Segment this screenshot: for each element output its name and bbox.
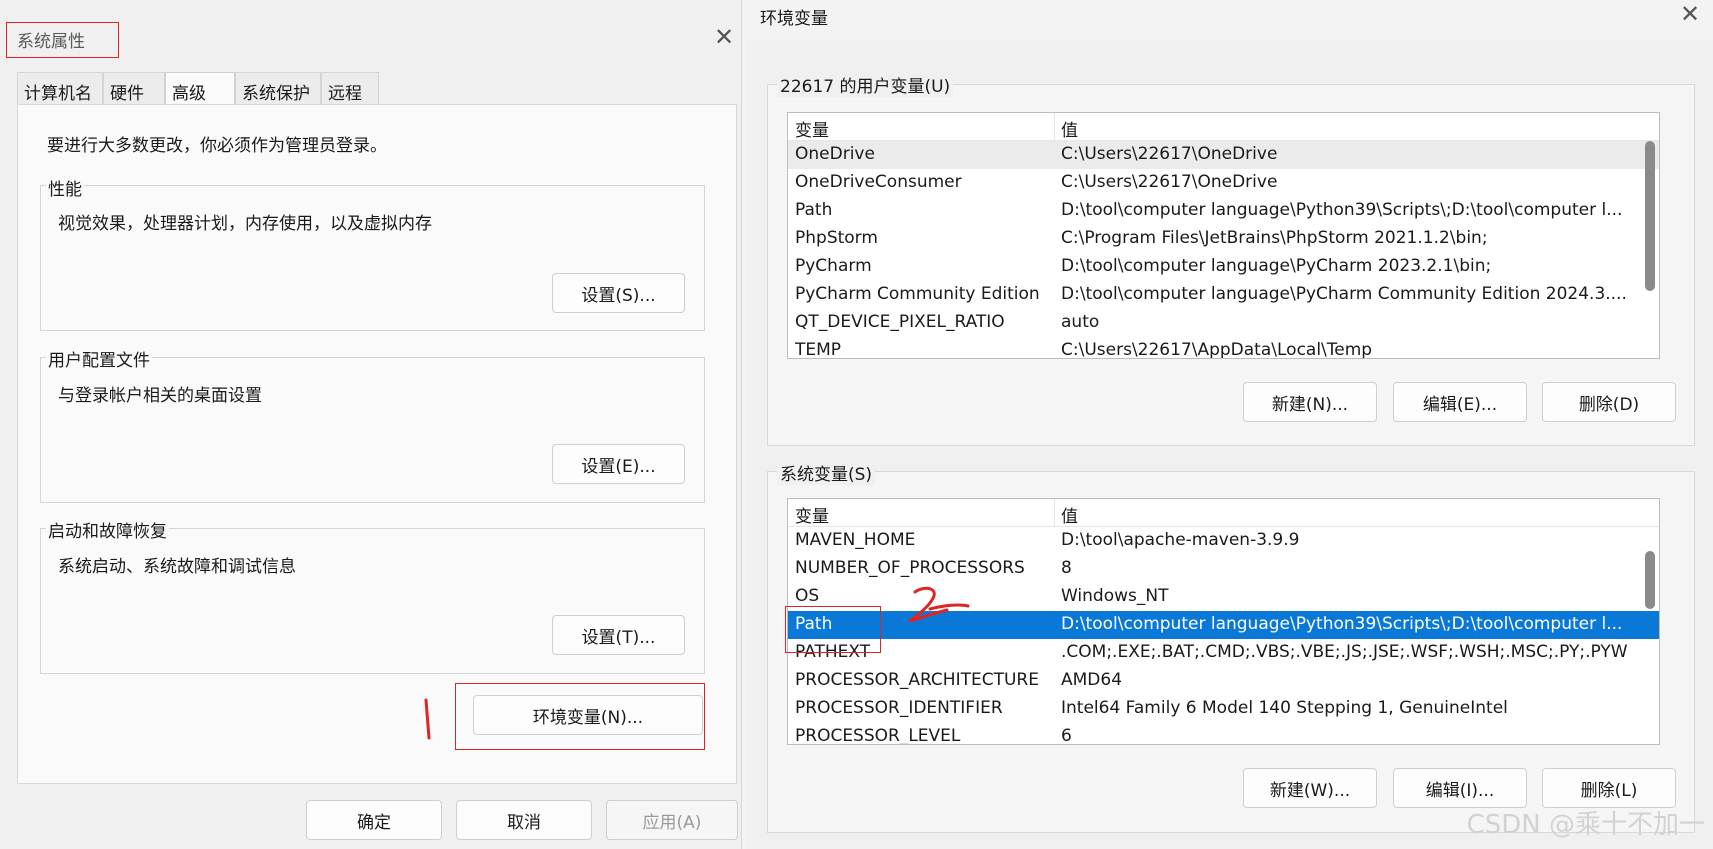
system-variables-list[interactable]: 变量 值 MAVEN_HOME D:\tool\apache-maven-3.9…	[787, 498, 1660, 745]
user-profiles-description: 与登录帐户相关的桌面设置	[58, 386, 262, 406]
list-item[interactable]: MAVEN_HOME D:\tool\apache-maven-3.9.9	[788, 527, 1659, 555]
system-variables-label: 系统变量(S)	[777, 460, 876, 485]
close-icon[interactable]: ✕	[1680, 2, 1700, 26]
startup-recovery-group: 系统启动、系统故障和调试信息 设置(T)...	[40, 528, 705, 674]
variable-value: C:\Program Files\JetBrains\PhpStorm 2021…	[1061, 228, 1488, 248]
list-item[interactable]: TEMP C:\Users\22617\AppData\Local\Temp	[788, 337, 1659, 359]
system-delete-button[interactable]: 删除(L)	[1542, 768, 1676, 808]
column-divider	[1054, 113, 1055, 141]
variable-value: D:\tool\computer language\PyCharm Commun…	[1061, 284, 1627, 304]
user-edit-button[interactable]: 编辑(E)...	[1393, 382, 1527, 422]
system-properties-dialog: 系统属性 ✕ 计算机名 硬件 高级 系统保护 远程 要进行大多数更改，你必须作为…	[0, 0, 742, 849]
apply-button[interactable]: 应用(A)	[606, 800, 738, 840]
performance-description: 视觉效果，处理器计划，内存使用，以及虚拟内存	[58, 214, 432, 234]
variable-name: OneDrive	[795, 144, 875, 164]
variable-name: PyCharm	[795, 256, 872, 276]
list-item[interactable]: OneDrive C:\Users\22617\OneDrive	[788, 141, 1659, 169]
variable-name: PROCESSOR_ARCHITECTURE	[795, 670, 1039, 690]
variable-value: D:\tool\computer language\Python39\Scrip…	[1061, 614, 1623, 634]
variable-name: QT_DEVICE_PIXEL_RATIO	[795, 312, 1005, 332]
variable-value: AMD64	[1061, 670, 1123, 690]
tab-system-protection[interactable]: 系统保护	[235, 72, 321, 105]
admin-note: 要进行大多数更改，你必须作为管理员登录。	[47, 136, 387, 156]
ok-button[interactable]: 确定	[306, 800, 442, 840]
variable-value: Intel64 Family 6 Model 140 Stepping 1, G…	[1061, 698, 1508, 718]
list-item[interactable]: PROCESSOR_LEVEL 6	[788, 723, 1659, 745]
variable-name: MAVEN_HOME	[795, 530, 916, 550]
environment-variables-dialog: 环境变量 ✕ 22617 的用户变量(U) 变量 值 OneDrive C:\U…	[747, 0, 1713, 849]
column-header-value[interactable]: 值	[1061, 502, 1636, 527]
variable-value: C:\Users\22617\AppData\Local\Temp	[1061, 340, 1373, 359]
variable-name: TEMP	[795, 340, 842, 359]
variable-value: C:\Users\22617\OneDrive	[1061, 144, 1278, 164]
user-new-button[interactable]: 新建(N)...	[1243, 382, 1377, 422]
list-item[interactable]: PROCESSOR_ARCHITECTURE AMD64	[788, 667, 1659, 695]
list-header: 变量 值	[788, 499, 1659, 527]
list-header: 变量 值	[788, 113, 1659, 141]
tab-remote[interactable]: 远程	[321, 72, 379, 105]
user-profiles-group: 与登录帐户相关的桌面设置 设置(E)...	[40, 357, 705, 503]
highlight-box-path	[785, 606, 881, 653]
list-item[interactable]: PhpStorm C:\Program Files\JetBrains\PhpS…	[788, 225, 1659, 253]
user-variables-label: 22617 的用户变量(U)	[777, 72, 954, 97]
variable-name: Path	[795, 200, 833, 220]
list-item-selected[interactable]: Path D:\tool\computer language\Python39\…	[788, 611, 1659, 639]
user-variables-list[interactable]: 变量 值 OneDrive C:\Users\22617\OneDrive On…	[787, 112, 1660, 359]
highlight-box-env-button	[455, 683, 705, 750]
column-header-variable[interactable]: 变量	[795, 116, 1050, 141]
user-delete-button[interactable]: 删除(D)	[1542, 382, 1676, 422]
title-bar	[747, 0, 1713, 40]
close-icon[interactable]: ✕	[714, 25, 734, 49]
vertical-scrollbar[interactable]	[1645, 141, 1655, 291]
system-new-button[interactable]: 新建(W)...	[1243, 768, 1377, 808]
startup-recovery-description: 系统启动、系统故障和调试信息	[58, 557, 296, 577]
variable-name: OneDriveConsumer	[795, 172, 962, 192]
watermark: CSDN @乘十不加一	[1466, 810, 1705, 840]
performance-settings-button[interactable]: 设置(S)...	[552, 273, 685, 313]
column-header-value[interactable]: 值	[1061, 116, 1636, 141]
variable-name: OS	[795, 586, 820, 606]
vertical-scrollbar[interactable]	[1645, 551, 1655, 609]
list-item[interactable]: PATHEXT .COM;.EXE;.BAT;.CMD;.VBS;.VBE;.J…	[788, 639, 1659, 667]
variable-value: D:\tool\computer language\Python39\Scrip…	[1061, 200, 1623, 220]
performance-group: 视觉效果，处理器计划，内存使用，以及虚拟内存 设置(S)...	[40, 185, 705, 331]
variable-value: D:\tool\computer language\PyCharm 2023.2…	[1061, 256, 1492, 276]
variable-name: PyCharm Community Edition	[795, 284, 1040, 304]
list-item[interactable]: OneDriveConsumer C:\Users\22617\OneDrive	[788, 169, 1659, 197]
column-divider	[1054, 499, 1055, 527]
column-header-variable[interactable]: 变量	[795, 502, 1050, 527]
list-item[interactable]: OS Windows_NT	[788, 583, 1659, 611]
user-profiles-settings-button[interactable]: 设置(E)...	[552, 444, 685, 484]
list-item[interactable]: PROCESSOR_IDENTIFIER Intel64 Family 6 Mo…	[788, 695, 1659, 723]
variable-name: NUMBER_OF_PROCESSORS	[795, 558, 1025, 578]
variable-value: 8	[1061, 558, 1072, 578]
user-profiles-group-label: 用户配置文件	[46, 346, 152, 371]
highlight-box-title	[6, 22, 119, 58]
tab-computer-name[interactable]: 计算机名	[17, 72, 103, 105]
system-edit-button[interactable]: 编辑(I)...	[1393, 768, 1527, 808]
startup-recovery-group-label: 启动和故障恢复	[46, 517, 169, 542]
advanced-tab-panel: 要进行大多数更改，你必须作为管理员登录。 视觉效果，处理器计划，内存使用，以及虚…	[17, 104, 737, 784]
variable-name: PROCESSOR_IDENTIFIER	[795, 698, 1003, 718]
list-item[interactable]: Path D:\tool\computer language\Python39\…	[788, 197, 1659, 225]
variable-value: C:\Users\22617\OneDrive	[1061, 172, 1278, 192]
startup-recovery-settings-button[interactable]: 设置(T)...	[552, 615, 685, 655]
list-item[interactable]: PyCharm D:\tool\computer language\PyChar…	[788, 253, 1659, 281]
tab-advanced[interactable]: 高级	[165, 72, 235, 106]
cancel-button[interactable]: 取消	[456, 800, 592, 840]
list-item[interactable]: QT_DEVICE_PIXEL_RATIO auto	[788, 309, 1659, 337]
variable-value: .COM;.EXE;.BAT;.CMD;.VBS;.VBE;.JS;.JSE;.…	[1061, 642, 1628, 662]
variable-value: 6	[1061, 726, 1072, 745]
variable-value: D:\tool\apache-maven-3.9.9	[1061, 530, 1300, 550]
list-item[interactable]: PyCharm Community Edition D:\tool\comput…	[788, 281, 1659, 309]
variable-name: PROCESSOR_LEVEL	[795, 726, 961, 745]
variable-value: auto	[1061, 312, 1100, 332]
variable-name: PhpStorm	[795, 228, 878, 248]
performance-group-label: 性能	[46, 175, 84, 200]
variable-value: Windows_NT	[1061, 586, 1169, 606]
tab-hardware[interactable]: 硬件	[103, 72, 165, 105]
dialog-title: 环境变量	[760, 9, 828, 29]
list-item[interactable]: NUMBER_OF_PROCESSORS 8	[788, 555, 1659, 583]
